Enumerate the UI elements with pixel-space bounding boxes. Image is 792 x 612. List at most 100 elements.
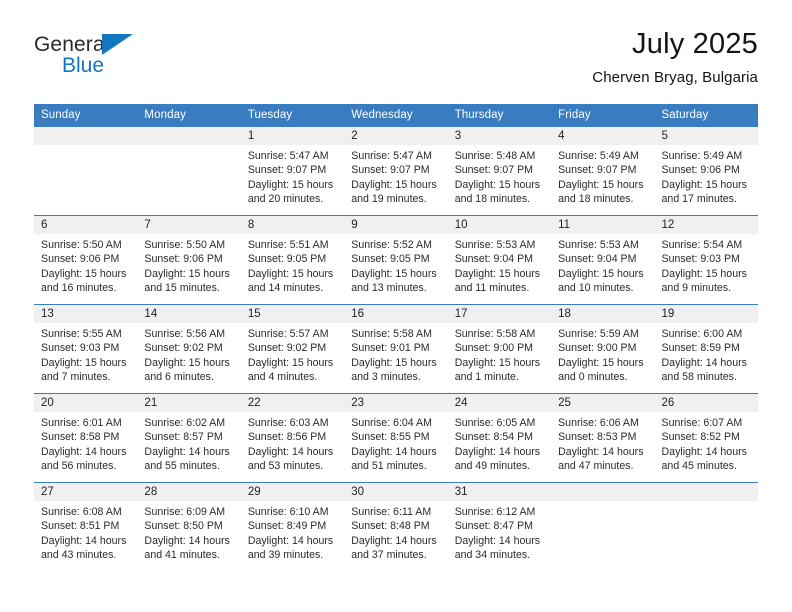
calendar-day-cell[interactable]: 13 Sunrise: 5:55 AM Sunset: 9:03 PM Dayligh… xyxy=(34,304,138,394)
calendar-day-cell[interactable]: 31 Sunrise: 6:12 AM Sunset: 8:47 PM Dayligh… xyxy=(447,482,552,572)
daylight-text-line2: and 1 minute. xyxy=(454,371,519,384)
calendar-cell-inner: 31 Sunrise: 6:12 AM Sunset: 8:47 PM Dayligh… xyxy=(447,483,552,572)
calendar-cell-inner: 11 Sunrise: 5:53 AM Sunset: 9:04 PM Dayligh… xyxy=(551,216,655,304)
sunset-text: Sunset: 8:47 PM xyxy=(454,520,534,533)
calendar-day-cell[interactable]: 6 Sunrise: 5:50 AM Sunset: 9:06 PM Daylight… xyxy=(34,215,138,305)
calendar-day-cell[interactable]: 20 Sunrise: 6:01 AM Sunset: 8:58 PM Dayligh… xyxy=(34,393,138,483)
calendar-day-cell[interactable]: 23 Sunrise: 6:04 AM Sunset: 8:55 PM Dayligh… xyxy=(344,393,448,483)
calendar-day-cell[interactable]: 4 Sunrise: 5:49 AM Sunset: 9:07 PM Daylight… xyxy=(551,126,655,216)
calendar-cell-inner: 6 Sunrise: 5:50 AM Sunset: 9:06 PM Daylight… xyxy=(34,216,138,304)
daylight-text-line1: Daylight: 15 hours xyxy=(661,178,747,191)
daylight-text-line1: Daylight: 15 hours xyxy=(351,356,437,369)
calendar-day-cell[interactable]: 28 Sunrise: 6:09 AM Sunset: 8:50 PM Dayligh… xyxy=(137,482,241,572)
sunset-text: Sunset: 8:57 PM xyxy=(144,431,223,444)
sunrise-text: Sunrise: 5:51 AM xyxy=(247,239,329,251)
page-header: General Blue July 2025 Cherven Bryag, Bu… xyxy=(34,28,758,100)
weekday-header-sunday: Sunday xyxy=(34,104,138,127)
calendar-day-cell[interactable]: 8 Sunrise: 5:51 AM Sunset: 9:05 PM Daylight… xyxy=(240,215,345,305)
calendar-day-cell[interactable]: 9 Sunrise: 5:52 AM Sunset: 9:05 PM Daylight… xyxy=(344,215,448,305)
daylight-text-line1: Daylight: 14 hours xyxy=(558,445,644,458)
calendar-cell-inner: 15 Sunrise: 5:57 AM Sunset: 9:02 PM Dayligh… xyxy=(240,305,345,393)
day-number: 14 xyxy=(137,305,241,323)
sunrise-text: Sunrise: 5:49 AM xyxy=(661,150,743,162)
daylight-text-line1: Daylight: 15 hours xyxy=(144,356,230,369)
weekday-header-friday: Friday xyxy=(551,104,655,127)
sunrise-text: Sunrise: 5:59 AM xyxy=(558,328,639,340)
sunrise-text: Sunrise: 5:50 AM xyxy=(144,239,226,251)
calendar-day-cell[interactable]: 5 Sunrise: 5:49 AM Sunset: 9:06 PM Daylight… xyxy=(654,126,758,216)
day-details: Sunrise: 5:47 AM Sunset: 9:07 PM Daylight:… xyxy=(344,145,447,207)
calendar-day-cell[interactable]: 17 Sunrise: 5:58 AM Sunset: 9:00 PM Dayligh… xyxy=(447,304,552,394)
day-number: 5 xyxy=(654,127,758,145)
calendar-cell-inner: 28 Sunrise: 6:09 AM Sunset: 8:50 PM Dayligh… xyxy=(137,483,241,572)
daylight-text-line2: and 14 minutes. xyxy=(247,282,324,295)
calendar-day-cell[interactable]: 30 Sunrise: 6:11 AM Sunset: 8:48 PM Dayligh… xyxy=(344,482,448,572)
calendar-day-cell[interactable]: 10 Sunrise: 5:53 AM Sunset: 9:04 PM Dayligh… xyxy=(447,215,552,305)
calendar-day-cell[interactable]: 16 Sunrise: 5:58 AM Sunset: 9:01 PM Dayligh… xyxy=(344,304,448,394)
calendar-day-cell[interactable]: 7 Sunrise: 5:50 AM Sunset: 9:06 PM Daylight… xyxy=(137,215,241,305)
day-details: Sunrise: 5:53 AM Sunset: 9:04 PM Daylight:… xyxy=(448,234,551,296)
daylight-text-line2: and 56 minutes. xyxy=(41,460,117,473)
sunset-text: Sunset: 9:07 PM xyxy=(454,164,534,177)
day-number: 4 xyxy=(551,127,655,145)
calendar-day-cell[interactable]: 24 Sunrise: 6:05 AM Sunset: 8:54 PM Dayligh… xyxy=(447,393,552,483)
sunrise-text: Sunrise: 5:55 AM xyxy=(41,328,122,340)
sunrise-text: Sunrise: 6:11 AM xyxy=(351,506,432,518)
sunset-text: Sunset: 8:52 PM xyxy=(661,431,740,444)
day-details: Sunrise: 5:52 AM Sunset: 9:05 PM Daylight:… xyxy=(344,234,447,296)
day-number: 24 xyxy=(447,394,552,412)
calendar-day-cell[interactable]: 21 Sunrise: 6:02 AM Sunset: 8:57 PM Dayligh… xyxy=(137,393,241,483)
sunset-text: Sunset: 9:07 PM xyxy=(351,164,430,177)
calendar-cell-inner: 16 Sunrise: 5:58 AM Sunset: 9:01 PM Dayligh… xyxy=(344,305,448,393)
day-number: 25 xyxy=(551,394,655,412)
day-number xyxy=(137,127,241,145)
calendar-day-cell[interactable]: 12 Sunrise: 5:54 AM Sunset: 9:03 PM Dayligh… xyxy=(654,215,758,305)
calendar-head: Sunday Monday Tuesday Wednesday Thursday… xyxy=(34,104,758,127)
day-number: 15 xyxy=(240,305,345,323)
daylight-text-line1: Daylight: 14 hours xyxy=(454,445,541,458)
weekday-header-thursday: Thursday xyxy=(447,104,552,127)
general-blue-logo[interactable]: General Blue xyxy=(34,28,164,84)
calendar-day-cell[interactable]: 27 Sunrise: 6:08 AM Sunset: 8:51 PM Dayligh… xyxy=(34,482,138,572)
calendar-day-cell[interactable]: 26 Sunrise: 6:07 AM Sunset: 8:52 PM Dayligh… xyxy=(654,393,758,483)
day-number: 10 xyxy=(447,216,552,234)
weekday-header-wednesday: Wednesday xyxy=(344,104,448,127)
daylight-text-line1: Daylight: 15 hours xyxy=(454,356,541,369)
day-details: Sunrise: 5:47 AM Sunset: 9:07 PM Daylight:… xyxy=(241,145,344,207)
daylight-text-line1: Daylight: 14 hours xyxy=(41,445,127,458)
calendar-cell-inner: 2 Sunrise: 5:47 AM Sunset: 9:07 PM Daylight… xyxy=(344,127,448,215)
calendar-day-cell[interactable]: 2 Sunrise: 5:47 AM Sunset: 9:07 PM Daylight… xyxy=(344,126,448,216)
daylight-text-line2: and 20 minutes. xyxy=(247,193,324,206)
day-details: Sunrise: 5:59 AM Sunset: 9:00 PM Daylight:… xyxy=(551,323,654,385)
day-details: Sunrise: 5:56 AM Sunset: 9:02 PM Daylight:… xyxy=(137,323,240,385)
calendar-week-row: 20 Sunrise: 6:01 AM Sunset: 8:58 PM Dayligh… xyxy=(34,393,758,483)
sunset-text: Sunset: 9:00 PM xyxy=(558,342,637,355)
calendar-cell-inner: 7 Sunrise: 5:50 AM Sunset: 9:06 PM Daylight… xyxy=(137,216,241,304)
calendar-cell-inner: 24 Sunrise: 6:05 AM Sunset: 8:54 PM Dayligh… xyxy=(447,394,552,482)
day-number: 13 xyxy=(34,305,138,323)
sunset-text: Sunset: 9:07 PM xyxy=(247,164,327,177)
sunrise-text: Sunrise: 5:48 AM xyxy=(454,150,536,162)
calendar-day-cell[interactable]: 15 Sunrise: 5:57 AM Sunset: 9:02 PM Dayligh… xyxy=(240,304,345,394)
sunset-text: Sunset: 8:53 PM xyxy=(558,431,637,444)
calendar-week-row: 13 Sunrise: 5:55 AM Sunset: 9:03 PM Dayligh… xyxy=(34,304,758,394)
calendar-day-cell[interactable]: 29 Sunrise: 6:10 AM Sunset: 8:49 PM Dayligh… xyxy=(240,482,345,572)
sunrise-text: Sunrise: 6:00 AM xyxy=(661,328,743,340)
calendar-day-cell[interactable]: 3 Sunrise: 5:48 AM Sunset: 9:07 PM Daylight… xyxy=(447,126,552,216)
sunrise-text: Sunrise: 5:47 AM xyxy=(247,150,329,162)
sunset-text: Sunset: 9:06 PM xyxy=(41,253,120,266)
daylight-text-line1: Daylight: 14 hours xyxy=(661,445,747,458)
calendar-day-cell[interactable]: 25 Sunrise: 6:06 AM Sunset: 8:53 PM Dayligh… xyxy=(551,393,655,483)
day-number: 2 xyxy=(344,127,448,145)
sunset-text: Sunset: 8:56 PM xyxy=(247,431,327,444)
sunrise-text: Sunrise: 5:54 AM xyxy=(661,239,743,251)
calendar-day-cell[interactable]: 19 Sunrise: 6:00 AM Sunset: 8:59 PM Dayligh… xyxy=(654,304,758,394)
daylight-text-line1: Daylight: 15 hours xyxy=(247,178,334,191)
daylight-text-line2: and 4 minutes. xyxy=(247,371,318,384)
calendar-day-cell[interactable]: 1 Sunrise: 5:47 AM Sunset: 9:07 PM Daylight… xyxy=(240,126,345,216)
calendar-day-cell[interactable]: 22 Sunrise: 6:03 AM Sunset: 8:56 PM Dayligh… xyxy=(240,393,345,483)
calendar-day-cell[interactable]: 14 Sunrise: 5:56 AM Sunset: 9:02 PM Dayligh… xyxy=(137,304,241,394)
daylight-text-line1: Daylight: 15 hours xyxy=(351,267,437,280)
calendar-day-cell[interactable]: 11 Sunrise: 5:53 AM Sunset: 9:04 PM Dayligh… xyxy=(551,215,655,305)
calendar-day-cell[interactable]: 18 Sunrise: 5:59 AM Sunset: 9:00 PM Dayligh… xyxy=(551,304,655,394)
